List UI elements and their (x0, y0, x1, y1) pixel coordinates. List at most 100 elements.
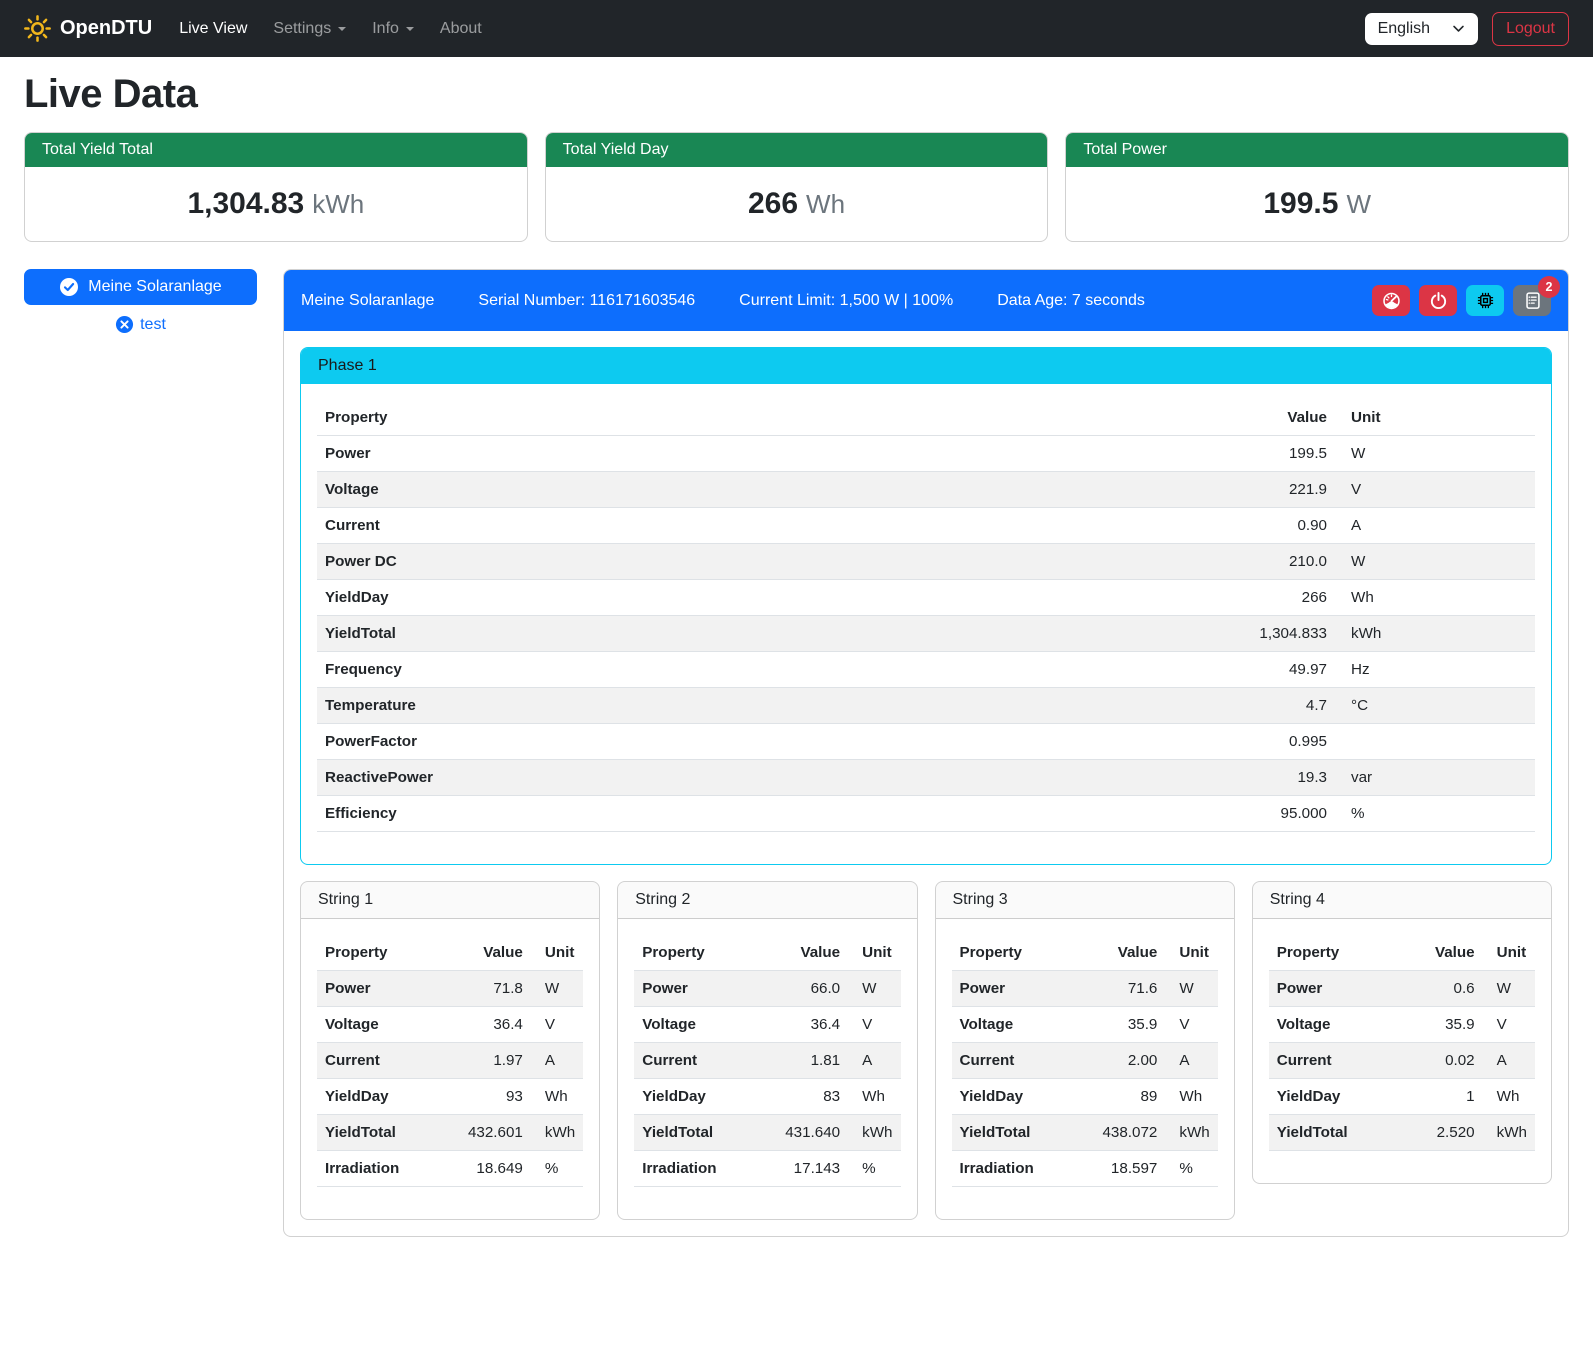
phase-title: Phase 1 (301, 348, 1551, 384)
table-row: Power 71.6 W (952, 971, 1218, 1007)
table-row: Power DC 210.0 W (317, 544, 1535, 580)
table-row: Power 199.5 W (317, 436, 1535, 472)
nav-links: Live View Settings Info About (166, 12, 495, 46)
string-title: String 2 (618, 882, 916, 919)
table-row: YieldDay 83 Wh (634, 1079, 900, 1115)
table-row: YieldDay 1 Wh (1269, 1079, 1535, 1115)
nav-item-info[interactable]: Info (359, 12, 427, 46)
strings-row: String 1 Property Value Unit (300, 881, 1552, 1220)
table-row: Power 66.0 W (634, 971, 900, 1007)
string-title: String 1 (301, 882, 599, 919)
string-table-1: Property Value Unit Power (317, 935, 583, 1187)
phase-card: Phase 1 Property Value Unit (300, 347, 1552, 865)
total-yield-day-unit: Wh (806, 189, 845, 219)
inverter-sidebar: Meine Solaranlage test (24, 269, 257, 334)
table-row: Current 1.81 A (634, 1043, 900, 1079)
table-row: Irradiation 18.597 % (952, 1151, 1218, 1187)
string-table-3: Property Value Unit Power (952, 935, 1218, 1187)
x-circle-icon (115, 315, 134, 334)
brand-label: OpenDTU (60, 17, 152, 40)
event-log-button[interactable]: 2 (1513, 285, 1551, 316)
table-row: Efficiency 95.000 % (317, 796, 1535, 832)
limit-settings-button[interactable] (1372, 285, 1410, 316)
nav-item-live-view[interactable]: Live View (166, 12, 260, 46)
table-row: PowerFactor 0.995 (317, 724, 1535, 760)
string-title: String 4 (1253, 882, 1551, 919)
card-header: Total Power (1066, 133, 1568, 167)
total-yield-day-value: 266 (748, 187, 798, 220)
col-value: Value (1079, 935, 1165, 971)
inverter-actions: 2 (1372, 285, 1551, 316)
table-row: Voltage 35.9 V (952, 1007, 1218, 1043)
nav-item-about[interactable]: About (427, 12, 495, 46)
card-total-yield-total: Total Yield Total 1,304.83 kWh (24, 132, 528, 242)
event-count-badge: 2 (1538, 276, 1560, 298)
table-row: YieldDay 266 Wh (317, 580, 1535, 616)
card-total-power: Total Power 199.5 W (1065, 132, 1569, 242)
table-row: Voltage 36.4 V (634, 1007, 900, 1043)
col-unit: Unit (531, 935, 583, 971)
summary-cards-row: Total Yield Total 1,304.83 kWh Total Yiel… (24, 132, 1569, 242)
page-title: Live Data (24, 72, 1569, 117)
navbar: OpenDTU Live View Settings Info About En… (0, 0, 1593, 57)
inverter-header: Meine Solaranlage Serial Number: 1161716… (284, 270, 1568, 331)
col-property: Property (317, 935, 445, 971)
sidebar-inverter-test[interactable]: test (24, 315, 257, 334)
table-row: Power 0.6 W (1269, 971, 1535, 1007)
caret-down-icon (406, 27, 414, 31)
cpu-icon (1476, 291, 1495, 310)
sun-icon (24, 15, 51, 42)
string-card-3: String 3 Property Value Unit (935, 881, 1235, 1220)
col-property: Property (634, 935, 762, 971)
inverter-serial: Serial Number: 116171603546 (478, 292, 695, 310)
col-unit: Unit (848, 935, 900, 971)
string-title: String 3 (936, 882, 1234, 919)
col-value: Value (1205, 400, 1335, 436)
col-property: Property (952, 935, 1080, 971)
table-row: Voltage 36.4 V (317, 1007, 583, 1043)
col-property: Property (317, 400, 1205, 436)
inverter-body: Phase 1 Property Value Unit (284, 331, 1568, 1236)
table-row: Irradiation 18.649 % (317, 1151, 583, 1187)
inverter-data-age: Data Age: 7 seconds (997, 292, 1145, 310)
nav-item-settings[interactable]: Settings (260, 12, 359, 46)
table-row: ReactivePower 19.3 var (317, 760, 1535, 796)
total-yield-total-unit: kWh (312, 189, 364, 219)
table-row: YieldTotal 1,304.833 kWh (317, 616, 1535, 652)
table-row: Frequency 49.97 Hz (317, 652, 1535, 688)
string-table-4: Property Value Unit Power (1269, 935, 1535, 1151)
power-button[interactable] (1419, 285, 1457, 316)
check-circle-icon (59, 277, 79, 297)
total-power-unit: W (1346, 189, 1371, 219)
table-row: Voltage 221.9 V (317, 472, 1535, 508)
table-row: YieldDay 93 Wh (317, 1079, 583, 1115)
table-row: Temperature 4.7 °C (317, 688, 1535, 724)
sidebar-inverter-button[interactable]: Meine Solaranlage (24, 269, 257, 305)
brand[interactable]: OpenDTU (24, 15, 152, 42)
total-yield-total-value: 1,304.83 (187, 187, 304, 220)
card-header: Total Yield Day (546, 133, 1048, 167)
table-row: Current 1.97 A (317, 1043, 583, 1079)
col-unit: Unit (1335, 400, 1535, 436)
device-info-button[interactable] (1466, 285, 1504, 316)
test-link[interactable]: test (140, 316, 166, 334)
phase-table: Property Value Unit Power (317, 400, 1535, 832)
logout-button[interactable]: Logout (1492, 12, 1569, 46)
string-card-2: String 2 Property Value Unit (617, 881, 917, 1220)
caret-down-icon (338, 27, 346, 31)
inverter-card: Meine Solaranlage Serial Number: 1161716… (283, 269, 1569, 1237)
table-row: Irradiation 17.143 % (634, 1151, 900, 1187)
table-row: Current 2.00 A (952, 1043, 1218, 1079)
table-row: YieldDay 89 Wh (952, 1079, 1218, 1115)
table-row: Voltage 35.9 V (1269, 1007, 1535, 1043)
nav-right: English Logout (1365, 12, 1569, 46)
card-total-yield-day: Total Yield Day 266 Wh (545, 132, 1049, 242)
col-unit: Unit (1483, 935, 1535, 971)
language-select[interactable]: English (1365, 13, 1478, 45)
power-icon (1429, 291, 1448, 310)
table-row: YieldTotal 438.072 kWh (952, 1115, 1218, 1151)
card-header: Total Yield Total (25, 133, 527, 167)
total-power-value: 199.5 (1263, 187, 1338, 220)
table-row: YieldTotal 2.520 kWh (1269, 1115, 1535, 1151)
chevron-down-icon (1452, 22, 1465, 35)
